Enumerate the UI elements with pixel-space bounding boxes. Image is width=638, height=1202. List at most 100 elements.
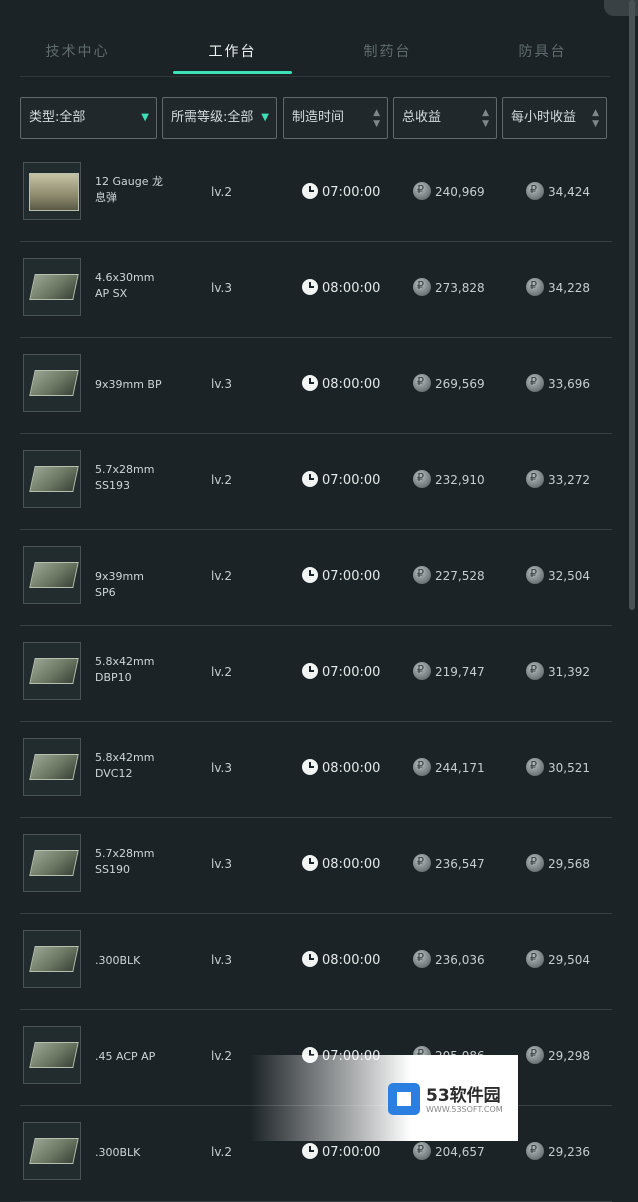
clock-icon [302, 663, 318, 679]
clock-icon [302, 1143, 318, 1159]
list-item[interactable]: 12 Gauge 龙息弹 lv.2 07:00:00 240,969 34,42… [20, 146, 612, 242]
clock-icon [302, 183, 318, 199]
clock-icon [302, 375, 318, 391]
sort-total-profit[interactable]: 总收益 ▲ ▼ [393, 97, 497, 139]
tab-divider [20, 76, 610, 77]
total-profit-value: 236,036 [435, 953, 485, 967]
tab-workbench[interactable]: 工作台 [155, 30, 310, 76]
craft-time: 07:00:00 [302, 1143, 380, 1160]
tab-medical-station[interactable]: 制药台 [310, 30, 465, 76]
list-item[interactable]: 5.7x28mm SS193 lv.2 07:00:00 232,910 33,… [20, 434, 612, 530]
hourly-profit-value: 29,298 [548, 1049, 590, 1063]
category-tabs: 技术中心 工作台 制药台 防具台 [0, 30, 620, 76]
coin-icon [413, 950, 431, 968]
item-name: .300BLK [95, 954, 141, 967]
scrollbar[interactable] [629, 0, 635, 610]
coin-icon [413, 1142, 431, 1160]
list-item[interactable]: 9x39mm SP6 lv.2 07:00:00 227,528 32,504 [20, 530, 612, 626]
coin-icon [413, 374, 431, 392]
sort-icon: ▲ ▼ [373, 108, 380, 129]
item-name: 5.8x42mm DBP10 [95, 655, 155, 684]
coin-icon [413, 278, 431, 296]
ammo-box-icon [23, 834, 81, 892]
required-level: lv.2 [211, 569, 232, 583]
hourly-profit-value: 29,568 [548, 857, 590, 871]
item-name: 5.8x42mm DVC12 [95, 751, 155, 780]
list-item[interactable]: 5.8x42mm DBP10 lv.2 07:00:00 219,747 31,… [20, 626, 612, 722]
coin-icon [526, 566, 544, 584]
total-profit: 204,657 [413, 1142, 485, 1160]
item-name: 5.7x28mm SS193 [95, 463, 155, 492]
sort-craft-time[interactable]: 制造时间 ▲ ▼ [283, 97, 388, 139]
total-profit: 244,171 [413, 758, 485, 776]
sort-hourly-profit-label: 每小时收益 [511, 110, 577, 125]
total-profit: 232,910 [413, 470, 485, 488]
tab-armor-station[interactable]: 防具台 [465, 30, 620, 76]
clock-icon [302, 471, 318, 487]
hourly-profit: 30,521 [526, 758, 590, 776]
hourly-profit: 33,272 [526, 470, 590, 488]
type-filter-dropdown[interactable]: 类型:全部 ▼ [20, 97, 157, 139]
list-item[interactable]: 9x39mm BP lv.3 08:00:00 269,569 33,696 [20, 338, 612, 434]
clock-icon [302, 855, 318, 871]
ammo-box-icon [23, 258, 81, 316]
hourly-profit-value: 30,521 [548, 761, 590, 775]
craft-time-value: 08:00:00 [322, 857, 381, 872]
chevron-down-icon: ▼ [141, 112, 149, 123]
coin-icon [526, 374, 544, 392]
coin-icon [413, 758, 431, 776]
hourly-profit-value: 34,424 [548, 185, 590, 199]
ammo-box-icon [23, 1122, 81, 1180]
craft-time-value: 07:00:00 [322, 473, 381, 488]
required-level: lv.3 [211, 761, 232, 775]
craft-time-value: 07:00:00 [322, 185, 381, 200]
craft-time-value: 08:00:00 [322, 281, 381, 296]
craft-time-value: 07:00:00 [322, 665, 381, 680]
filter-bar: 类型:全部 ▼ 所需等级:全部 ▼ 制造时间 ▲ ▼ 总收益 ▲ ▼ 每小时收益 ▲… [20, 97, 610, 141]
sort-craft-time-label: 制造时间 [292, 110, 345, 125]
hourly-profit-value: 29,504 [548, 953, 590, 967]
list-item[interactable]: 5.8x42mm DVC12 lv.3 08:00:00 244,171 30,… [20, 722, 612, 818]
total-profit-value: 204,657 [435, 1145, 485, 1159]
coin-icon [526, 1142, 544, 1160]
clock-icon [302, 567, 318, 583]
ammo-box-icon [23, 738, 81, 796]
ammo-box-icon [23, 354, 81, 412]
total-profit-value: 219,747 [435, 665, 485, 679]
tab-tech-center[interactable]: 技术中心 [0, 30, 155, 76]
hourly-profit-value: 29,236 [548, 1145, 590, 1159]
list-item[interactable]: .300BLK lv.3 08:00:00 236,036 29,504 [20, 914, 612, 1010]
ammo-box-icon [23, 546, 81, 604]
type-filter-label: 类型:全部 [29, 110, 86, 125]
craft-time: 08:00:00 [302, 279, 380, 296]
list-item[interactable]: 5.7x28mm SS190 lv.3 08:00:00 236,547 29,… [20, 818, 612, 914]
coin-icon [526, 950, 544, 968]
hourly-profit: 31,392 [526, 662, 590, 680]
coin-icon [413, 566, 431, 584]
required-level: lv.2 [211, 1145, 232, 1159]
item-name: .45 ACP AP [95, 1050, 156, 1063]
item-name: 4.6x30mm AP SX [95, 271, 155, 300]
coin-icon [413, 182, 431, 200]
coin-icon [526, 854, 544, 872]
sort-hourly-profit[interactable]: 每小时收益 ▲ ▼ [502, 97, 607, 139]
level-filter-dropdown[interactable]: 所需等级:全部 ▼ [162, 97, 277, 139]
total-profit: 227,528 [413, 566, 485, 584]
watermark-brand: 53软件园 [426, 1086, 501, 1106]
craft-time: 08:00:00 [302, 375, 380, 392]
watermark-url: WWW.53SOFT.COM [426, 1105, 503, 1114]
item-name: 9x39mm SP6 [95, 570, 144, 599]
craft-time: 07:00:00 [302, 471, 380, 488]
coin-icon [526, 278, 544, 296]
total-profit-value: 273,828 [435, 281, 485, 295]
list-item[interactable]: 4.6x30mm AP SX lv.3 08:00:00 273,828 34,… [20, 242, 612, 338]
coin-icon [526, 758, 544, 776]
craft-time: 08:00:00 [302, 759, 380, 776]
craft-time: 07:00:00 [302, 183, 380, 200]
total-profit: 236,547 [413, 854, 485, 872]
hourly-profit: 32,504 [526, 566, 590, 584]
craft-time: 07:00:00 [302, 567, 380, 584]
coin-icon [526, 662, 544, 680]
required-level: lv.3 [211, 857, 232, 871]
total-profit-value: 244,171 [435, 761, 485, 775]
